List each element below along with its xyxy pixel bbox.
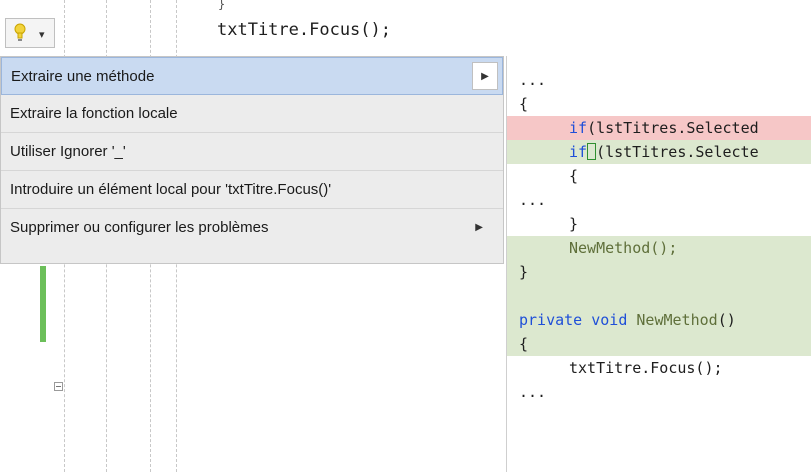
preview-line: }	[569, 215, 579, 233]
menu-item-extract-local-function[interactable]: Extraire la fonction locale	[1, 95, 503, 133]
preview-line-added	[507, 284, 811, 308]
menu-item-suppress-configure[interactable]: Supprimer ou configurer les problèmes ▶	[1, 209, 503, 247]
menu-item-label: Extraire la fonction locale	[10, 105, 178, 122]
insertion-marker	[587, 143, 597, 160]
menu-item-label: Utiliser Ignorer '_'	[10, 143, 126, 160]
preview-line-added: NewMethod();	[507, 236, 811, 260]
menu-item-extract-method[interactable]: Extraire une méthode ▶	[1, 57, 503, 95]
menu-item-label: Introduire un élément local pour 'txtTit…	[10, 181, 332, 198]
menu-item-introduce-local[interactable]: Introduire un élément local pour 'txtTit…	[1, 171, 503, 209]
code-preview-pane: ... { if(lstTitres.Selected if (lstTitres…	[506, 56, 811, 472]
preview-line-added: }	[507, 260, 811, 284]
preview-line: ...	[519, 191, 547, 209]
preview-line: ...	[519, 383, 547, 401]
quick-actions-menu: Extraire une méthode ▶ Extraire la fonct…	[0, 56, 504, 264]
submenu-arrow-icon: ▶	[475, 222, 483, 233]
preview-line: txtTitre.Focus();	[569, 359, 723, 377]
preview-line: ...	[519, 71, 547, 89]
submenu-arrow-icon[interactable]: ▶	[472, 62, 498, 90]
preview-line-added: {	[507, 332, 811, 356]
preview-line-removed: if(lstTitres.Selected	[507, 116, 811, 140]
chevron-down-icon: ▾	[39, 28, 45, 41]
menu-item-label: Extraire une méthode	[11, 68, 155, 85]
lightbulb-icon	[14, 23, 26, 41]
menu-item-label: Supprimer ou configurer les problèmes	[10, 219, 269, 236]
quick-actions-button[interactable]: ▾	[5, 18, 55, 48]
preview-line: {	[569, 167, 579, 185]
preview-line-added: private void NewMethod()	[507, 308, 811, 332]
preview-line: {	[519, 95, 529, 113]
collapse-toggle-icon[interactable]	[54, 382, 63, 391]
code-line[interactable]: txtTitre.Focus();	[217, 20, 391, 40]
change-marker	[40, 266, 46, 342]
menu-item-use-discard[interactable]: Utiliser Ignorer '_'	[1, 133, 503, 171]
code-fragment: }	[218, 0, 226, 11]
preview-line-added: if (lstTitres.Selecte	[507, 140, 811, 164]
